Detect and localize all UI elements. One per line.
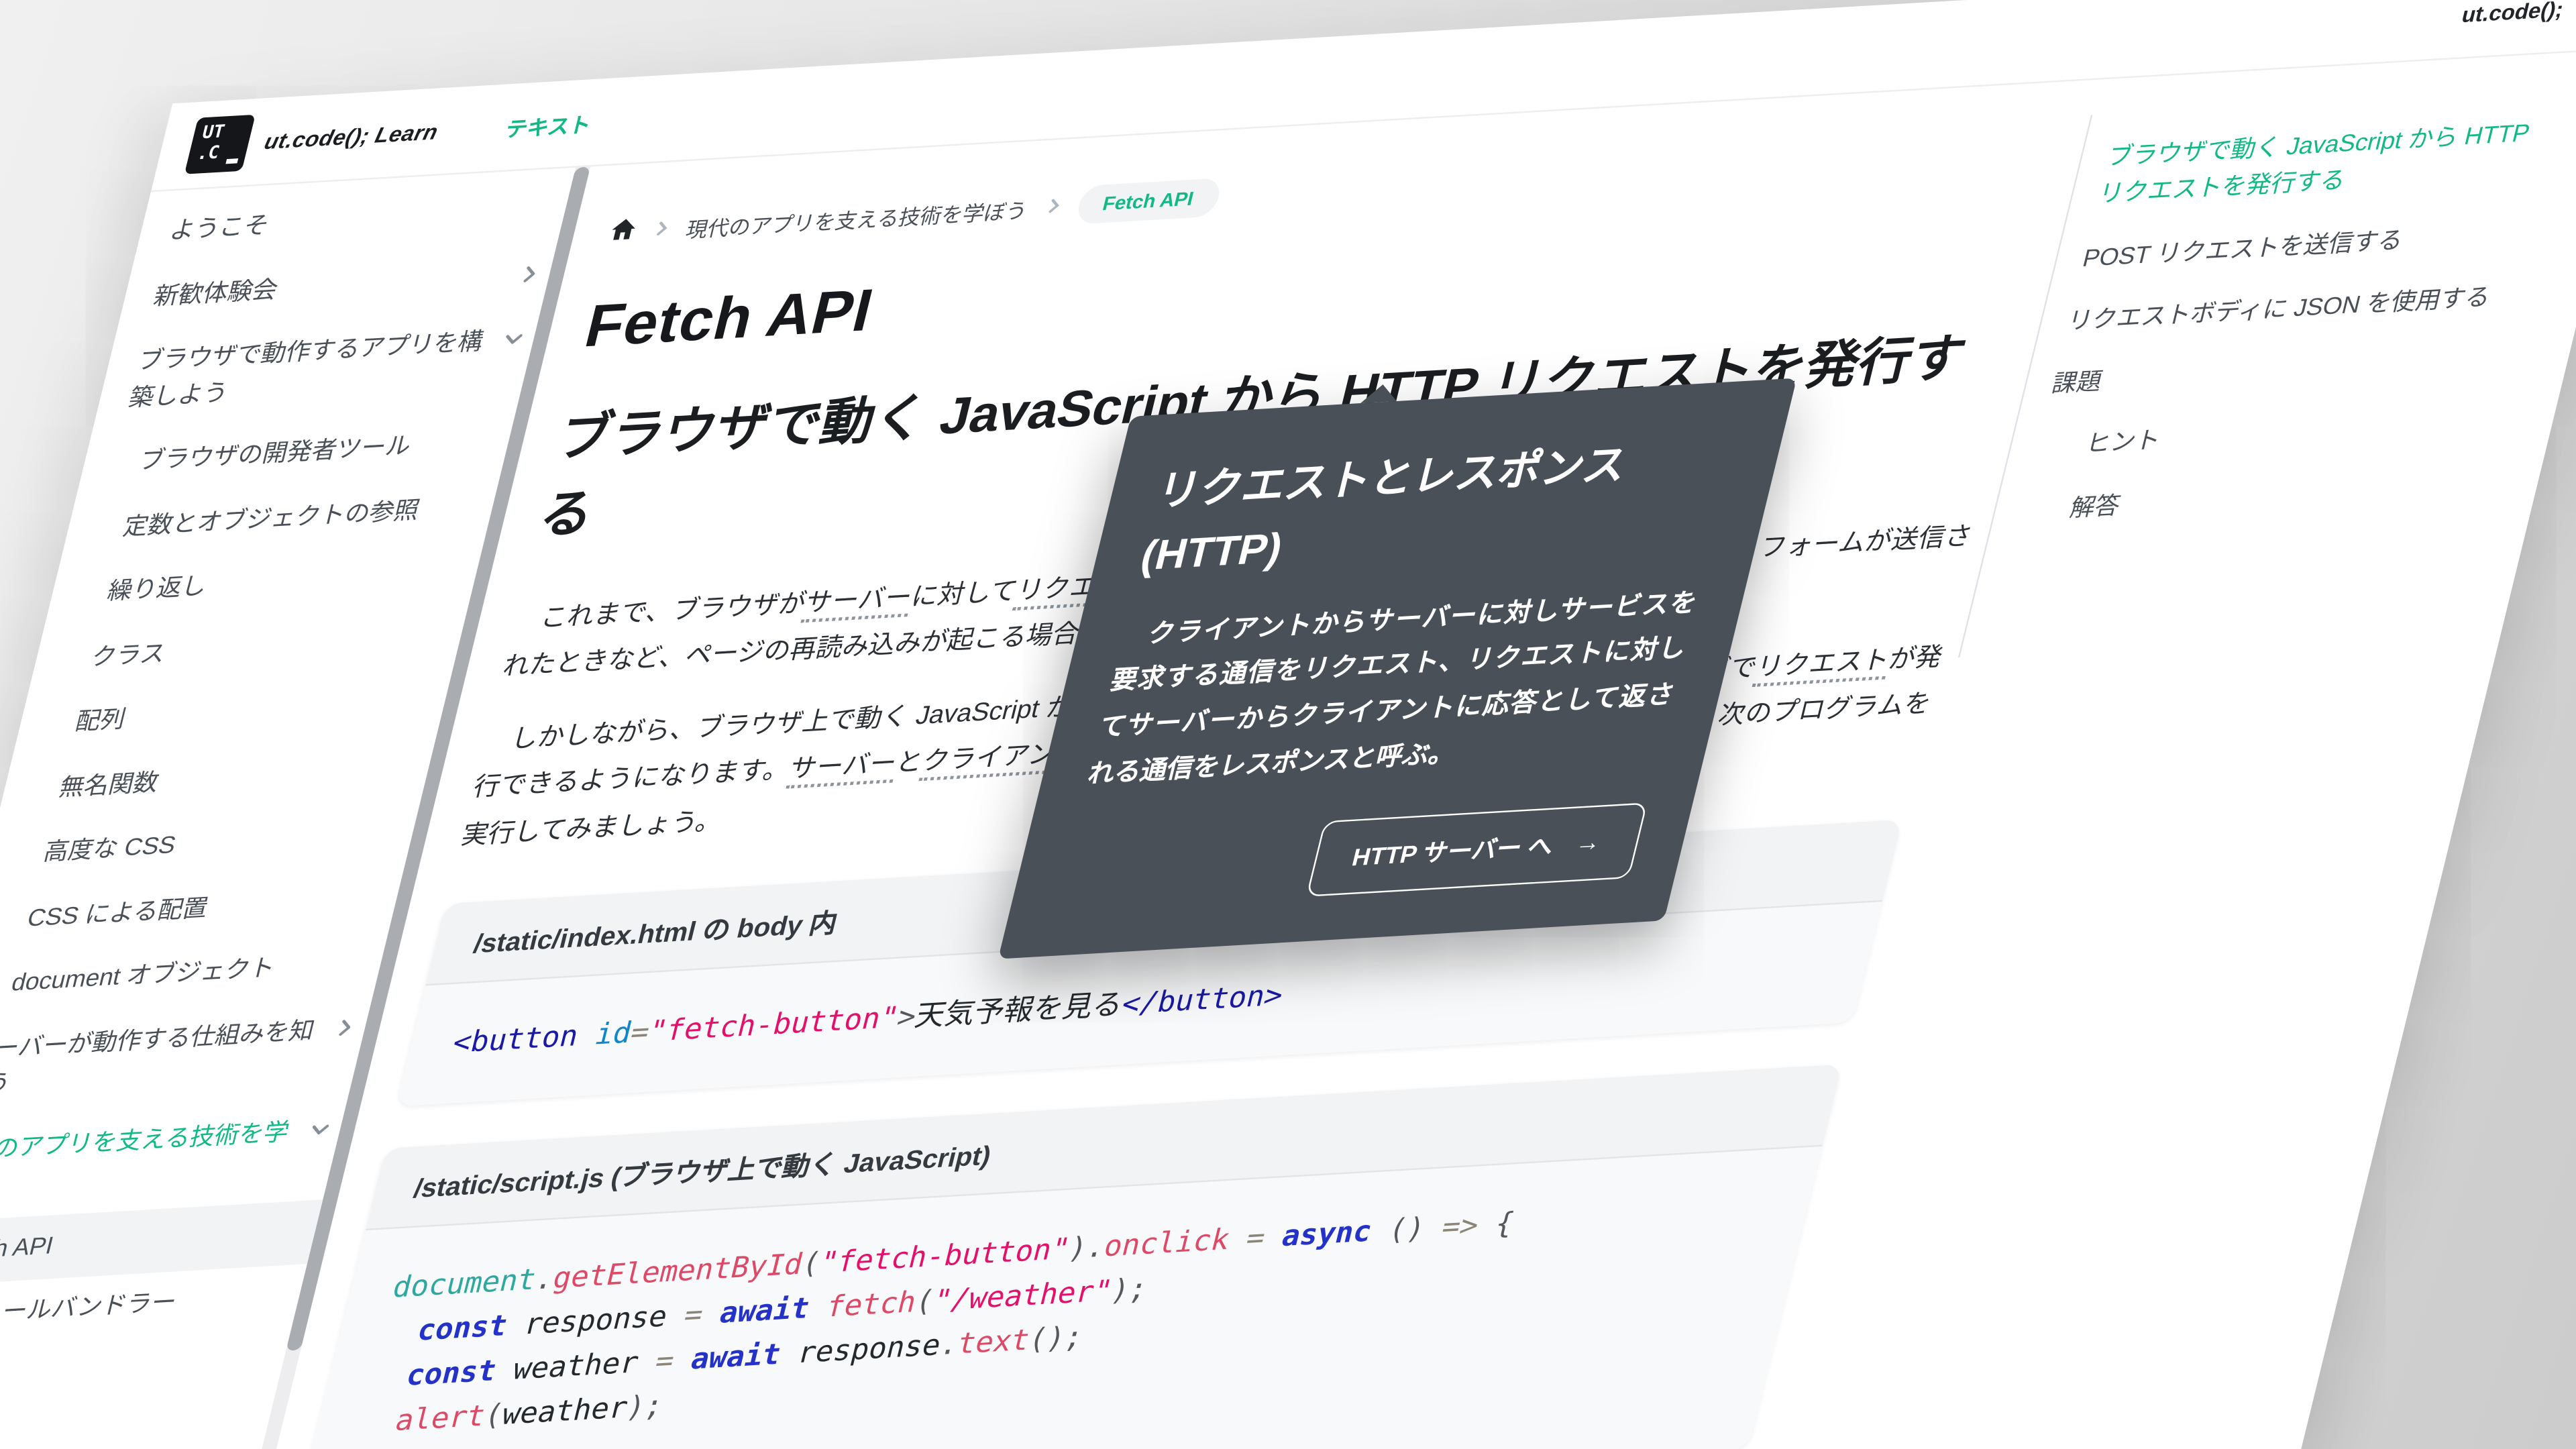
text-segment: これまで、ブラウザが xyxy=(538,590,809,633)
browser-page: UT .C ut.code(); Learn テキスト ut.code(); よ… xyxy=(0,0,2576,1449)
tooltip-http-server-button[interactable]: HTTP サーバー へ → xyxy=(1306,802,1648,897)
chevron-down-icon xyxy=(500,327,527,350)
breadcrumb-section-link[interactable]: 現代のアプリを支える技術を学ぼう xyxy=(684,193,1032,243)
sidebar-item-label: Fetch API xyxy=(0,1232,56,1265)
tooltip-title: リクエストとレスポンス (HTTP) xyxy=(1134,426,1739,589)
glossary-term[interactable]: サーバー xyxy=(801,584,915,622)
toc-list: ブラウザで動く JavaScript から HTTP リクエストを発行するPOS… xyxy=(2014,97,2576,543)
chevron-right-icon xyxy=(517,262,543,284)
sidebar-item-label: 配列 xyxy=(72,706,128,736)
sidebar-item-label: 繰り返し xyxy=(105,573,210,606)
sidebar-item-label: 現代のアプリを支える技術を学ぼう xyxy=(0,1118,292,1201)
sidebar-item-label: サーバーが動作する仕組みを知ろう xyxy=(0,1016,317,1099)
tooltip-button-label: HTTP サーバー へ xyxy=(1349,828,1558,873)
sidebar-item-label: 高度な CSS xyxy=(41,832,179,867)
brand-title[interactable]: ut.code(); Learn xyxy=(262,119,441,153)
sidebar-item-label: ブラウザで動作するアプリを構築しよう xyxy=(126,328,486,411)
sidebar-item-label: モジュールバンドラー xyxy=(0,1289,179,1330)
nav-link-text[interactable]: テキスト xyxy=(503,107,595,142)
sidebar-item-label: 新歓体験会 xyxy=(151,276,280,310)
breadcrumb-separator-icon xyxy=(1041,194,1065,219)
sidebar-item-label: document オブジェクト xyxy=(9,955,278,997)
sidebar-item-label: ようこそ xyxy=(167,212,272,245)
logo-line-2: .C xyxy=(195,142,249,166)
sidebar-item-label: ブラウザの開発者ツール xyxy=(136,433,414,476)
external-link-icon xyxy=(2571,0,2576,22)
sidebar-item-label: クラス xyxy=(89,639,168,671)
utcode-logo-icon[interactable]: UT .C xyxy=(184,114,256,174)
logo-line-1: UT xyxy=(200,121,254,145)
home-icon[interactable] xyxy=(606,215,640,248)
glossary-term[interactable]: サーバー xyxy=(786,751,900,789)
sidebar-item-label: 定数とオブジェクトの参照 xyxy=(121,496,423,541)
arrow-right-icon: → xyxy=(1573,828,1605,857)
sidebar-item-label: 無名関数 xyxy=(56,768,162,801)
text-segment: る xyxy=(533,484,600,545)
breadcrumb-current-chip[interactable]: Fetch API xyxy=(1074,178,1223,225)
sidebar-item-label: CSS による配置 xyxy=(25,894,211,932)
tooltip-body: クライアントからサーバーに対しサービスを要求する通信をリクエスト、リクエストに対… xyxy=(1082,582,1702,800)
breadcrumb-separator-icon xyxy=(649,217,674,242)
text-segment: に対して xyxy=(908,578,1020,611)
code-block-js: /static/script.js (ブラウザ上で動く JavaScript) … xyxy=(291,1065,1842,1449)
chevron-right-icon xyxy=(332,1016,358,1038)
external-site-link[interactable]: ut.code(); xyxy=(2459,0,2576,29)
glossary-term[interactable]: リクエスト xyxy=(1752,647,1892,686)
chevron-down-icon xyxy=(307,1117,333,1139)
external-link-label: ut.code(); xyxy=(2459,0,2566,26)
screenshot-root: UT .C ut.code(); Learn テキスト ut.code(); よ… xyxy=(0,0,2576,1449)
